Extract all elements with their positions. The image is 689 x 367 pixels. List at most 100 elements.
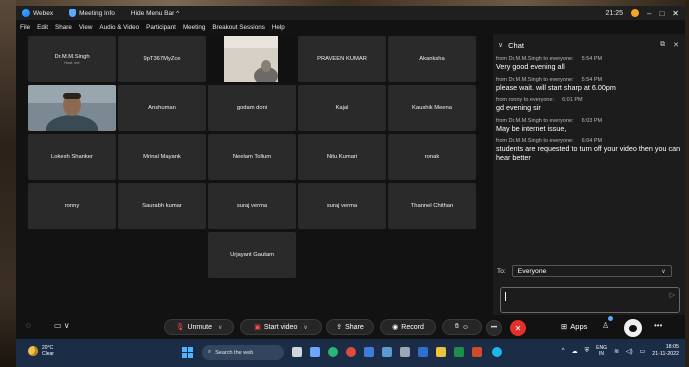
record-button[interactable]: ◉ Record (380, 319, 436, 335)
more-icon[interactable]: ••• (654, 321, 662, 330)
participant-video-tile[interactable] (208, 36, 296, 82)
participant-grid: Dr.M.M.Singh Host, me 9pT367MyZce PRAVEE… (16, 34, 492, 314)
recipient-select[interactable]: Everyone ∨ (511, 265, 672, 277)
folder-icon[interactable] (436, 347, 446, 357)
participant-tile[interactable]: godam doni (208, 85, 296, 131)
title-bar: Webex Meeting Info Hide Menu Bar ^ 21:25… (16, 6, 685, 20)
weather-widget[interactable]: 20°C Clear (28, 345, 54, 357)
language-indicator[interactable]: ENG IN (596, 345, 607, 357)
participant-name: Lokesh Shanker (51, 154, 93, 160)
close-chat-icon[interactable]: ✕ (673, 41, 679, 49)
participant-tile[interactable]: Saurabh kumar (118, 183, 206, 229)
participant-tile[interactable]: Kajal (298, 85, 386, 131)
taskbar-search[interactable]: ⌕ Search the web (202, 345, 284, 360)
menu-meeting[interactable]: Meeting (183, 24, 205, 31)
apps-button[interactable]: ⊞ Apps (561, 322, 587, 331)
message-text: Very good evening all (496, 62, 565, 71)
store-icon[interactable] (364, 347, 374, 357)
participant-tile[interactable]: Urjayant Gautam (208, 232, 296, 278)
participant-name: PRAVEEN KUMAR (317, 56, 367, 62)
captions-icon[interactable]: ▭ ∨ (54, 321, 70, 330)
menu-participant[interactable]: Participant (146, 24, 176, 31)
powerpoint-icon[interactable] (472, 347, 482, 357)
participant-tile[interactable]: Nitu Kumari (298, 134, 386, 180)
recipient-value: Everyone (517, 267, 547, 275)
excel-icon[interactable] (454, 347, 464, 357)
chevron-down-icon: ∨ (303, 324, 308, 331)
wifi-icon[interactable]: ≋ (614, 348, 619, 355)
self-video-tile[interactable] (28, 85, 116, 131)
participant-name: Dr.M.M.Singh (54, 53, 90, 60)
task-view-icon[interactable] (292, 347, 302, 357)
message-time: 6:03 PM (581, 117, 603, 124)
chat-input[interactable]: ▷ (500, 287, 680, 313)
minimize-button[interactable]: – (647, 9, 651, 18)
chat-icon (629, 324, 637, 332)
message-text: May be internet issue, (496, 123, 567, 133)
chat-message: from Dr.M.M.Singh to everyone: 6:03 PM Ma… (496, 118, 682, 134)
onedrive-icon[interactable]: ☁ (572, 348, 578, 355)
send-icon[interactable]: ▷ (670, 291, 675, 299)
noise-removal-icon[interactable]: ◌ (26, 321, 31, 330)
menu-view[interactable]: View (79, 24, 93, 31)
chevron-up-icon[interactable]: ^ (562, 348, 565, 354)
unmute-label: Unmute (187, 323, 212, 331)
menu-help[interactable]: Help (272, 24, 285, 31)
participants-icon[interactable]: ♙ (602, 321, 609, 330)
menu-share[interactable]: Share (55, 24, 72, 31)
chat-app-icon[interactable] (310, 347, 320, 357)
volume-icon[interactable]: ◁) (626, 348, 633, 355)
reactions-button[interactable]: ✋︎ ☺ (442, 319, 482, 335)
unmute-button[interactable]: 🎙︎ Unmute ∨ (164, 319, 234, 335)
participant-tile[interactable]: Dr.M.M.Singh Host, me (28, 36, 116, 82)
shield-icon (69, 9, 77, 17)
message-text: gd evening sir (496, 103, 541, 112)
start-icon[interactable] (182, 347, 193, 358)
participant-tile[interactable]: 9pT367MyZce (118, 36, 206, 82)
participant-tile[interactable]: Mrinal Mayank (118, 134, 206, 180)
menu-file[interactable]: File (20, 24, 30, 31)
word-icon[interactable] (418, 347, 428, 357)
chat-toggle-button[interactable] (624, 319, 642, 337)
participant-tile[interactable]: ronny (28, 183, 116, 229)
participant-tile[interactable]: suraj verma (208, 183, 296, 229)
mail-icon[interactable] (382, 347, 392, 357)
participant-tile[interactable]: Thannel Chithan (388, 183, 476, 229)
menu-edit[interactable]: Edit (37, 24, 48, 31)
start-video-label: Start video (263, 323, 298, 331)
defender-icon[interactable]: ⛨ (585, 348, 590, 355)
webex-menu[interactable]: Webex (22, 9, 53, 17)
participant-tile[interactable]: Kaushik Meena (388, 85, 476, 131)
region-code: IN (599, 351, 605, 357)
participant-tile[interactable]: Anshuman (118, 85, 206, 131)
meeting-info-button[interactable]: Meeting Info (69, 9, 115, 17)
chrome-icon[interactable] (346, 347, 356, 357)
menu-audio-video[interactable]: Audio & Video (99, 24, 139, 31)
edge-icon[interactable] (328, 347, 338, 357)
participant-tile[interactable]: Akanksha (388, 36, 476, 82)
chevron-down-icon[interactable]: ∨ (498, 41, 503, 49)
participant-tile[interactable]: Lokesh Shanker (28, 134, 116, 180)
maximize-button[interactable]: □ (659, 9, 664, 18)
clock-icon (631, 9, 639, 17)
more-options-button[interactable]: ••• (486, 320, 502, 336)
participant-tile[interactable]: PRAVEEN KUMAR (298, 36, 386, 82)
battery-icon[interactable]: ▭ (640, 348, 646, 355)
popout-icon[interactable]: ⧉ (660, 41, 665, 49)
participant-tile[interactable]: ronak (388, 134, 476, 180)
participant-tile[interactable]: suraj verma (298, 183, 386, 229)
close-button[interactable]: ✕ (672, 9, 679, 18)
hide-menu-bar-button[interactable]: Hide Menu Bar ^ (131, 10, 179, 17)
photo-frame-left (0, 0, 16, 367)
settings-icon[interactable] (400, 347, 410, 357)
participant-tile[interactable]: Neelam Tollum (208, 134, 296, 180)
webex-app-icon[interactable] (492, 347, 502, 357)
start-video-button[interactable]: ▣ Start video ∨ (240, 319, 322, 335)
menu-breakout-sessions[interactable]: Breakout Sessions (212, 24, 265, 31)
taskbar-clock[interactable]: 18:05 21-11-2022 (652, 344, 679, 358)
message-text: students are requested to turn off your … (496, 144, 681, 162)
apps-icon: ⊞ (561, 322, 568, 331)
chat-message: from Dr.M.M.Singh to everyone: 6:04 PM st… (496, 138, 682, 162)
leave-meeting-button[interactable]: ✕ (510, 320, 526, 336)
share-button[interactable]: ⇪ Share (326, 319, 374, 335)
